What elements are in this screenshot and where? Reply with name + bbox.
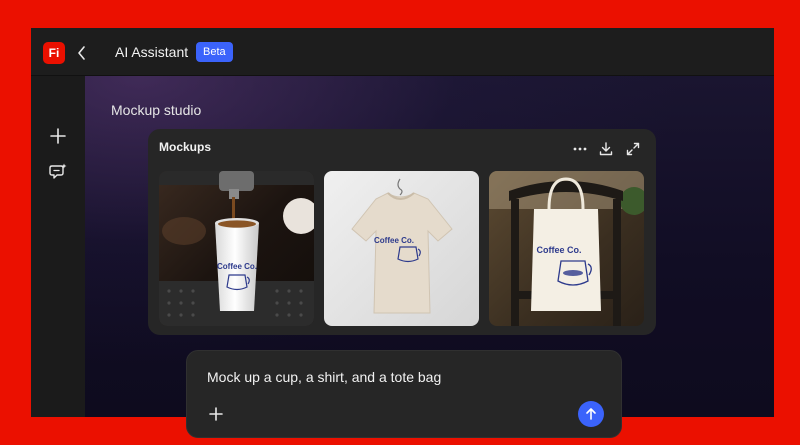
shirt-brand-text: Coffee Co. [374,236,414,245]
download-button[interactable] [598,141,614,157]
sidebar [31,76,85,417]
more-icon [573,147,587,151]
tote-brand-text: Coffee Co. [537,245,582,255]
mockup-shirt[interactable]: Coffee Co. [324,171,479,326]
app-title: AI Assistant [115,44,189,60]
cup-brand-text: Coffee Co. [217,262,257,271]
more-options-button[interactable] [572,141,588,157]
download-icon [599,142,613,156]
mockup-cup[interactable]: Coffee Co. [159,171,314,326]
plus-icon [209,407,223,421]
beta-badge: Beta [196,42,233,62]
prompt-add-button[interactable] [207,405,225,423]
section-title: Mockup studio [111,102,202,118]
title-bar: Fi AI Assistant Beta [31,28,774,76]
cup-mockup-image: Coffee Co. [159,171,314,326]
mockups-card: Mockups Coffee Co. Coffee Co. Coffee Co. [148,129,656,335]
plus-icon [50,128,66,144]
chat-sparkle-icon [49,163,67,179]
prompt-box: Mock up a cup, a shirt, and a tote bag [186,350,622,438]
new-chat-button[interactable] [48,126,68,146]
mockup-tote-bag[interactable]: Coffee Co. [489,171,644,326]
send-button[interactable] [578,401,604,427]
arrow-up-icon [586,408,596,420]
expand-button[interactable] [625,141,641,157]
card-title: Mockups [159,140,212,154]
chevron-left-icon [78,46,85,60]
app-logo: Fi [43,42,65,64]
prompt-input[interactable]: Mock up a cup, a shirt, and a tote bag [207,369,441,385]
shirt-mockup-image: Coffee Co. [324,171,479,326]
chat-history-button[interactable] [48,162,68,182]
tote-bag-mockup-image: Coffee Co. [489,171,644,326]
expand-icon [626,142,640,156]
back-button[interactable] [75,44,89,62]
